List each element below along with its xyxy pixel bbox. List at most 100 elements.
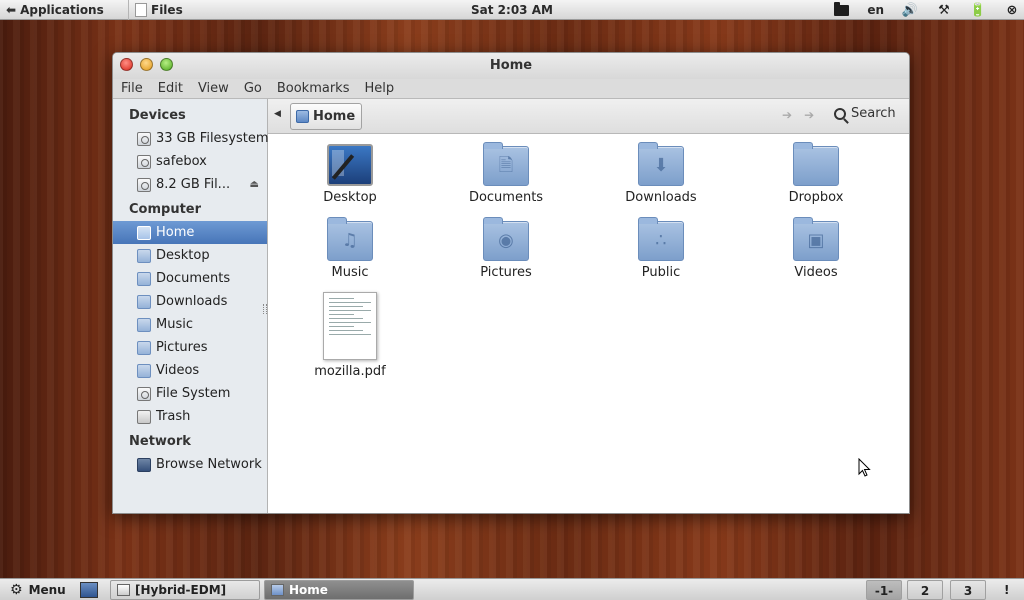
pdf-file-icon (323, 292, 377, 360)
gear-icon: ⚙ (10, 582, 23, 598)
workspace-3[interactable]: 3 (950, 580, 986, 600)
window-titlebar[interactable]: Home (113, 53, 909, 79)
maximize-window-button[interactable] (160, 58, 173, 71)
keyboard-layout-indicator[interactable]: en (867, 3, 884, 17)
file-item-documents[interactable]: 🗎 Documents (451, 142, 561, 205)
workspace-1[interactable]: -1- (866, 580, 902, 600)
sidebar-item-documents[interactable]: Documents (113, 267, 267, 290)
desktop-icon (137, 248, 151, 263)
sidebar-item-downloads[interactable]: Downloads (113, 290, 267, 313)
file-item-label: Dropbox (788, 190, 844, 205)
battery-icon[interactable]: 🔋 (970, 3, 986, 18)
home-folder-icon (271, 584, 284, 596)
sidebar-item-filesystem-8gb[interactable]: 8.2 GB Fil... ⏏ (113, 173, 267, 196)
sidebar-item-label: Desktop (156, 248, 210, 263)
downloads-icon (137, 294, 151, 309)
file-manager-window: Home File Edit View Go Bookmarks Help De… (112, 52, 910, 514)
applications-menu[interactable]: ⬅ Applications (6, 0, 104, 20)
file-item-public[interactable]: ∴ Public (606, 217, 716, 280)
system-tray: en 🔊 ⚒ 🔋 ⊗ (833, 0, 1020, 20)
minimize-window-button[interactable] (140, 58, 153, 71)
sidebar-item-filesystem-33gb[interactable]: 33 GB Filesystem (113, 127, 269, 150)
sidebar-item-label: Browse Network (156, 457, 262, 472)
breadcrumb-label: Home (313, 109, 356, 124)
active-app-label: Files (151, 3, 183, 17)
bottom-panel: ⚙ Menu [Hybrid-EDM] Home -1- 2 3 ! (0, 578, 1024, 600)
network-heading: Network (129, 434, 191, 449)
folder-tray-icon[interactable] (833, 1, 849, 17)
menu-file[interactable]: File (121, 81, 143, 96)
path-scroll-left-icon[interactable]: ◀ (274, 109, 281, 119)
file-grid: Desktop 🗎 Documents ⬇ Downloads Dropbox … (268, 134, 909, 513)
sidebar-item-videos[interactable]: Videos (113, 359, 267, 382)
window-content: Devices 33 GB Filesystem safebox 8.2 GB … (113, 99, 909, 513)
breadcrumb-home[interactable]: Home (290, 103, 363, 130)
volume-icon[interactable]: 🔊 (902, 3, 918, 18)
menu-edit[interactable]: Edit (158, 81, 183, 96)
search-button[interactable]: Search (834, 106, 896, 121)
back-arrow-icon[interactable]: ➔︎ (782, 108, 792, 122)
sidebar-item-label: Music (156, 317, 193, 332)
sidebar-item-home[interactable]: Home (113, 221, 267, 244)
network-icon (137, 457, 151, 472)
places-sidebar: Devices 33 GB Filesystem safebox 8.2 GB … (113, 99, 269, 513)
sidebar-item-pictures[interactable]: Pictures (113, 336, 267, 359)
taskbar-item-label: Home (289, 583, 328, 597)
sidebar-item-browse-network[interactable]: Browse Network (113, 453, 267, 476)
menu-help[interactable]: Help (364, 81, 394, 96)
applications-label: Applications (20, 3, 104, 17)
taskbar-item-label: [Hybrid-EDM] (135, 583, 227, 597)
menu-view[interactable]: View (198, 81, 229, 96)
file-item-label: Documents (468, 190, 544, 205)
workspace-2[interactable]: 2 (907, 580, 943, 600)
file-item-downloads[interactable]: ⬇ Downloads (606, 142, 716, 205)
network-tools-icon[interactable]: ⚒ (936, 3, 952, 18)
sidebar-item-desktop[interactable]: Desktop (113, 244, 267, 267)
notification-alert[interactable]: ! (1004, 579, 1009, 600)
sidebar-item-trash[interactable]: Trash (113, 405, 267, 428)
sidebar-resize-handle[interactable] (263, 304, 267, 314)
home-icon (296, 110, 309, 123)
file-item-mozilla-pdf[interactable]: mozilla.pdf (295, 292, 405, 379)
sidebar-item-label: Downloads (156, 294, 228, 309)
file-item-desktop[interactable]: Desktop (295, 144, 405, 205)
mouse-cursor-icon (858, 458, 871, 477)
file-item-videos[interactable]: ▣ Videos (761, 217, 871, 280)
taskbar-item-hybrid-edm[interactable]: [Hybrid-EDM] (110, 580, 260, 600)
menubar: File Edit View Go Bookmarks Help (113, 79, 909, 99)
clock[interactable]: Sat 2:03 AM (471, 3, 553, 17)
main-menu-button[interactable]: ⚙ Menu (10, 579, 66, 600)
sidebar-item-safebox[interactable]: safebox (113, 150, 267, 173)
sidebar-item-music[interactable]: Music (113, 313, 267, 336)
forward-arrow-icon[interactable]: ➔ (804, 108, 814, 122)
active-app-menu[interactable]: Files (128, 0, 183, 20)
downloads-folder-icon: ⬇ (638, 142, 684, 186)
top-panel: ⬅ Applications Files Sat 2:03 AM en 🔊 ⚒ … (0, 0, 1024, 20)
file-item-label: Desktop (323, 190, 377, 205)
file-item-label: mozilla.pdf (314, 364, 386, 379)
hard-disk-icon (137, 154, 151, 169)
menu-bookmarks[interactable]: Bookmarks (277, 81, 350, 96)
show-desktop-icon[interactable] (80, 582, 98, 598)
file-item-music[interactable]: ♫ Music (295, 217, 405, 280)
menu-go[interactable]: Go (244, 81, 262, 96)
sidebar-item-label: 33 GB Filesystem (156, 131, 269, 146)
file-view: ◀ Home ➔︎ ➔ Search Desktop 🗎 Documents ⬇… (268, 99, 909, 513)
videos-folder-icon: ▣ (793, 217, 839, 261)
session-close-icon[interactable]: ⊗ (1004, 3, 1020, 18)
documents-folder-icon: 🗎 (483, 142, 529, 186)
taskbar-item-home[interactable]: Home (264, 580, 414, 600)
file-item-dropbox[interactable]: Dropbox (761, 142, 871, 205)
music-folder-icon: ♫ (327, 217, 373, 261)
sidebar-item-file-system[interactable]: File System (113, 382, 267, 405)
pictures-icon (137, 340, 151, 355)
sidebar-item-label: Home (156, 225, 195, 240)
home-icon (137, 225, 151, 240)
window-controls (120, 58, 173, 71)
sidebar-item-label: File System (156, 386, 231, 401)
file-item-pictures[interactable]: ◉ Pictures (451, 217, 561, 280)
eject-icon[interactable]: ⏏ (250, 173, 259, 196)
close-window-button[interactable] (120, 58, 133, 71)
computer-heading: Computer (129, 202, 202, 217)
applications-arrow-icon: ⬅ (6, 3, 17, 17)
